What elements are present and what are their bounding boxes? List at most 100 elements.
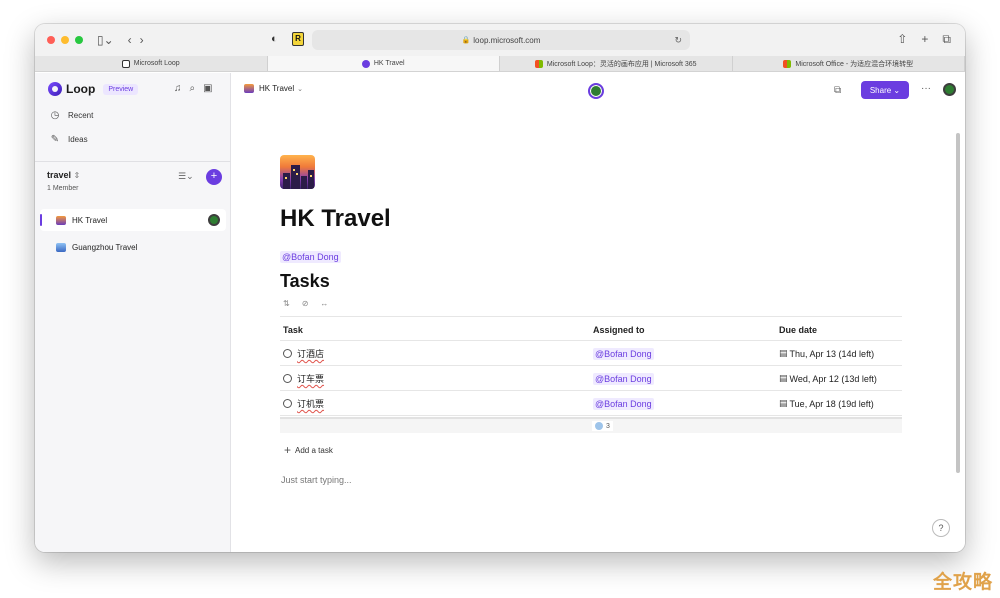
sidebar-toggle-icon[interactable]: ▯⌄ bbox=[97, 34, 114, 46]
task-name[interactable]: 订酒店 bbox=[297, 347, 324, 360]
zoom-window-button[interactable] bbox=[75, 36, 83, 44]
tab-bar: Microsoft Loop HK Travel Microsoft Loop：… bbox=[35, 56, 965, 72]
close-window-button[interactable] bbox=[47, 36, 55, 44]
tab-microsoft-office[interactable]: Microsoft Office - 为适应混合环境转型 bbox=[733, 56, 965, 71]
people-icon bbox=[595, 422, 603, 430]
lock-icon: 🔒 bbox=[461, 37, 471, 44]
preview-badge: Preview bbox=[103, 83, 139, 95]
notion-favicon-icon bbox=[121, 59, 130, 68]
tab-hk-travel[interactable]: HK Travel bbox=[267, 56, 500, 71]
table-toolbar: ⇅ ⊘ ↔ bbox=[283, 299, 328, 308]
hide-icon[interactable]: ⊘ bbox=[302, 299, 309, 308]
task-name[interactable]: 订车票 bbox=[297, 372, 324, 385]
mention-chip[interactable]: @Bofan Dong bbox=[280, 251, 341, 263]
column-header-assigned[interactable]: Assigned to bbox=[593, 317, 645, 342]
workspace-switch-icon: ⇕ bbox=[73, 171, 81, 180]
assignee-chip[interactable]: @Bofan Dong bbox=[593, 372, 654, 385]
tab-loop-canvas[interactable]: Microsoft Loop：灵活的画布应用 | Microsoft 365 bbox=[500, 56, 733, 71]
privacy-shield-icon[interactable]: ◐ bbox=[271, 33, 278, 45]
column-header-task[interactable]: Task bbox=[283, 317, 303, 342]
address-bar[interactable]: 🔒 loop.microsoft.com ↻ bbox=[312, 30, 690, 50]
tab-microsoft-loop[interactable]: Microsoft Loop bbox=[35, 56, 268, 71]
watermark-text: 全攻略 bbox=[933, 572, 994, 593]
share-button[interactable]: Share ⌄ bbox=[861, 81, 909, 99]
assignee-chip[interactable]: @Bofan Dong bbox=[593, 397, 654, 410]
task-name[interactable]: 订机票 bbox=[297, 397, 324, 410]
due-date[interactable]: Wed, Apr 12 (13d left) bbox=[790, 374, 877, 384]
user-avatar[interactable] bbox=[943, 83, 956, 96]
microsoft-favicon-icon bbox=[783, 59, 792, 68]
breadcrumb[interactable]: HK Travel ⌄ bbox=[244, 84, 303, 93]
chevron-down-icon: ⌄ bbox=[297, 85, 303, 93]
workspace-name[interactable]: travel ⇕ bbox=[47, 170, 80, 180]
title-bar: ▯⌄ ‹ › ◐ R 🔒 loop.microsoft.com ↻ ⇧ + ⧉ bbox=[35, 24, 965, 56]
chevron-down-icon: ⌄ bbox=[891, 85, 901, 95]
task-checkbox[interactable] bbox=[283, 374, 292, 383]
window-controls bbox=[47, 36, 83, 44]
calendar-icon: ▤ bbox=[779, 348, 788, 358]
page-thumbnail-icon bbox=[244, 84, 254, 93]
panel-icon[interactable]: ▣ bbox=[203, 83, 212, 94]
page-cover-icon[interactable] bbox=[280, 155, 315, 189]
url-text: loop.microsoft.com bbox=[473, 35, 541, 45]
loop-favicon-icon bbox=[361, 59, 370, 68]
new-tab-icon[interactable]: + bbox=[921, 32, 928, 47]
back-icon[interactable]: ‹ bbox=[128, 34, 132, 46]
main-content: HK Travel ⌄ ⧉ Share ⌄ ··· HK Travel @Bof… bbox=[232, 73, 965, 552]
more-options-icon[interactable]: ··· bbox=[921, 83, 931, 94]
calendar-icon: ▤ bbox=[779, 398, 788, 408]
table-summary-row: 3 bbox=[280, 417, 902, 433]
plus-icon: + bbox=[284, 443, 292, 457]
page-thumbnail-icon bbox=[56, 242, 66, 252]
task-checkbox[interactable] bbox=[283, 349, 292, 358]
table-row: 订酒店 @Bofan Dong ▤ Thu, Apr 13 (14d left) bbox=[280, 341, 902, 366]
help-button[interactable]: ? bbox=[932, 519, 950, 537]
copy-icon[interactable]: ⧉ bbox=[834, 85, 841, 96]
sidebar-item-hk-travel[interactable]: HK Travel bbox=[40, 209, 226, 231]
brand[interactable]: Loop Preview bbox=[48, 82, 139, 96]
nav-ideas[interactable]: ✎ Ideas bbox=[48, 134, 88, 145]
tasks-heading[interactable]: Tasks bbox=[280, 271, 330, 292]
workspace-members: 1 Member bbox=[47, 185, 79, 192]
sort-menu-icon[interactable]: ☰⌄ bbox=[178, 171, 194, 182]
table-header: Task Assigned to Due date bbox=[280, 316, 902, 341]
browser-window: ▯⌄ ‹ › ◐ R 🔒 loop.microsoft.com ↻ ⇧ + ⧉ … bbox=[35, 24, 965, 552]
sidebar-divider bbox=[35, 161, 231, 162]
nav-recent[interactable]: ◷ Recent bbox=[48, 110, 94, 121]
due-date[interactable]: Tue, Apr 18 (19d left) bbox=[790, 399, 874, 409]
search-icon[interactable]: ⌕ bbox=[190, 83, 196, 94]
scrollbar[interactable] bbox=[956, 133, 960, 473]
idea-icon: ✎ bbox=[50, 134, 60, 145]
brand-name: Loop bbox=[66, 82, 96, 96]
bell-icon[interactable]: ♫ bbox=[174, 83, 182, 94]
assignee-count[interactable]: 3 bbox=[592, 421, 613, 431]
sidebar-actions: ♫ ⌕ ▣ bbox=[174, 83, 213, 94]
minimize-window-button[interactable] bbox=[61, 36, 69, 44]
page-title[interactable]: HK Travel bbox=[280, 205, 391, 233]
sort-icon[interactable]: ⇅ bbox=[283, 299, 290, 308]
assignee-chip[interactable]: @Bofan Dong bbox=[593, 347, 654, 360]
microsoft-favicon-icon bbox=[534, 59, 543, 68]
add-task-button[interactable]: + Add a task bbox=[284, 443, 333, 457]
toolbar-right: ⇧ + ⧉ bbox=[897, 32, 951, 47]
table-row: 订车票 @Bofan Dong ▤ Wed, Apr 12 (13d left) bbox=[280, 366, 902, 391]
due-date[interactable]: Thu, Apr 13 (14d left) bbox=[790, 349, 875, 359]
page-thumbnail-icon bbox=[56, 215, 66, 225]
column-header-due[interactable]: Due date bbox=[779, 317, 817, 342]
table-row: 订机票 @Bofan Dong ▤ Tue, Apr 18 (19d left) bbox=[280, 391, 902, 416]
presence-avatar bbox=[208, 214, 220, 226]
editor-placeholder[interactable]: Just start typing... bbox=[281, 475, 352, 485]
forward-icon[interactable]: › bbox=[140, 34, 144, 46]
tab-overview-icon[interactable]: ⧉ bbox=[942, 32, 951, 47]
tasks-table: Task Assigned to Due date 订酒店 @Bofan Don… bbox=[280, 316, 902, 416]
clock-icon: ◷ bbox=[50, 110, 60, 121]
extension-icon[interactable]: R bbox=[292, 32, 304, 46]
expand-icon[interactable]: ↔ bbox=[320, 299, 328, 308]
reload-icon[interactable]: ↻ bbox=[674, 35, 682, 46]
sidebar: Loop Preview ♫ ⌕ ▣ ◷ Recent ✎ Ideas trav… bbox=[35, 73, 231, 552]
task-checkbox[interactable] bbox=[283, 399, 292, 408]
add-page-button[interactable]: + bbox=[206, 169, 222, 185]
collaborator-avatar[interactable] bbox=[588, 83, 604, 99]
share-icon[interactable]: ⇧ bbox=[897, 32, 907, 47]
sidebar-item-guangzhou-travel[interactable]: Guangzhou Travel bbox=[40, 236, 226, 258]
